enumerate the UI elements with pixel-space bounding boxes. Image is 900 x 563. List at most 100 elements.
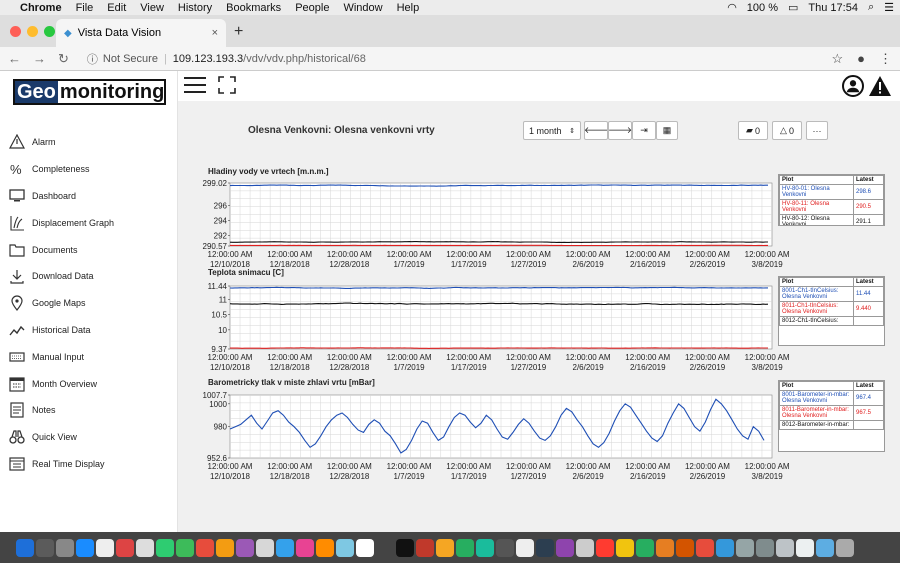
period-select[interactable]: 1 month ⇕ bbox=[523, 121, 581, 140]
menu-app-name[interactable]: Chrome bbox=[20, 2, 62, 14]
dock-app-icon[interactable] bbox=[356, 538, 374, 557]
sidebar-item-quick-view[interactable]: Quick View bbox=[0, 424, 178, 451]
menu-help[interactable]: Help bbox=[397, 2, 420, 14]
dock-app-icon[interactable] bbox=[756, 538, 774, 557]
legend-series-name[interactable]: HV-80-01: Olesna Venkovni bbox=[779, 184, 854, 200]
sidebar-item-historical-data[interactable]: Historical Data bbox=[0, 317, 178, 344]
spotlight-icon[interactable]: ⌕ bbox=[868, 1, 874, 14]
geomonitoring-logo[interactable]: Geo monitoring bbox=[13, 79, 166, 105]
dock-app-icon[interactable] bbox=[236, 538, 254, 557]
new-tab-button[interactable]: + bbox=[234, 23, 243, 41]
legend-series-name[interactable]: 8012-Ch1-tInCelsius: bbox=[779, 316, 854, 326]
notification-center-icon[interactable]: ☰ bbox=[884, 1, 894, 14]
dock-app-icon[interactable] bbox=[496, 538, 514, 557]
dock-app-icon[interactable] bbox=[96, 538, 114, 557]
sidebar-item-download-data[interactable]: Download Data bbox=[0, 263, 178, 290]
sidebar-item-completeness[interactable]: % Completeness bbox=[0, 156, 178, 183]
comments-button[interactable]: ▰ 0 bbox=[738, 121, 768, 140]
legend-row[interactable]: HV-80-11: Olesna Venkovni 290.5 bbox=[779, 199, 884, 215]
dock-app-icon[interactable] bbox=[816, 538, 834, 557]
menu-view[interactable]: View bbox=[140, 2, 164, 14]
dock-app-icon[interactable] bbox=[156, 538, 174, 557]
battery-percent[interactable]: 100 % bbox=[747, 2, 778, 14]
dock-app-icon[interactable] bbox=[56, 538, 74, 557]
dock-app-icon[interactable] bbox=[636, 538, 654, 557]
legend-series-name[interactable]: 8012-Barometer-in-mbar: bbox=[779, 420, 854, 430]
dock-app-icon[interactable] bbox=[556, 538, 574, 557]
legend-row[interactable]: 8001-Ch1-tInCelsius: Olesna Venkovni 11.4… bbox=[779, 286, 884, 302]
legend-row[interactable]: 8012-Ch1-tInCelsius: bbox=[779, 316, 884, 326]
user-account-icon[interactable] bbox=[842, 75, 864, 97]
dock-app-icon[interactable] bbox=[76, 538, 94, 557]
dock-app-icon[interactable] bbox=[656, 538, 674, 557]
series-line[interactable] bbox=[229, 286, 768, 289]
dock-app-icon[interactable] bbox=[376, 538, 394, 557]
legend-row[interactable]: 8012-Barometer-in-mbar: bbox=[779, 420, 884, 430]
sidebar-item-manual-input[interactable]: Manual Input bbox=[0, 343, 178, 370]
dock-app-icon[interactable] bbox=[176, 538, 194, 557]
more-options-button[interactable]: ··· bbox=[806, 121, 828, 140]
sidebar-item-dashboard[interactable]: Dashboard bbox=[0, 183, 178, 210]
legend-row[interactable]: 8011-Barometer-in-mbar: Olesna Venkovni 9… bbox=[779, 405, 884, 421]
calendar-button[interactable]: ▦ bbox=[656, 121, 678, 140]
browser-tab[interactable]: ◆ Vista Data Vision × bbox=[56, 19, 226, 47]
dock-app-icon[interactable] bbox=[36, 538, 54, 557]
dock-app-icon[interactable] bbox=[716, 538, 734, 557]
legend-series-name[interactable]: HV-80-12: Olesna Venkovni bbox=[779, 214, 854, 225]
dock-app-icon[interactable] bbox=[456, 538, 474, 557]
legend-row[interactable]: HV-80-12: Olesna Venkovni 291.1 bbox=[779, 214, 884, 225]
next-period-button[interactable]: 🡒 bbox=[608, 121, 632, 140]
back-icon[interactable]: ← bbox=[8, 51, 21, 66]
dock-app-icon[interactable] bbox=[316, 538, 334, 557]
dock-app-icon[interactable] bbox=[476, 538, 494, 557]
jump-to-end-button[interactable]: ⇥ bbox=[632, 121, 656, 140]
series-line[interactable] bbox=[229, 347, 768, 349]
dock-app-icon[interactable] bbox=[216, 538, 234, 557]
dock-app-icon[interactable] bbox=[836, 538, 854, 557]
dock-app-icon[interactable] bbox=[196, 538, 214, 557]
dock-app-icon[interactable] bbox=[396, 538, 414, 557]
dock-app-icon[interactable] bbox=[336, 538, 354, 557]
dock-app-icon[interactable] bbox=[596, 538, 614, 557]
legend-row[interactable]: 8011-Ch1-tInCelsius: Olesna Venkovni 9.44… bbox=[779, 301, 884, 317]
sidebar-item-displacement-graph[interactable]: Displacement Graph bbox=[0, 209, 178, 236]
dock-app-icon[interactable] bbox=[536, 538, 554, 557]
dock-app-icon[interactable] bbox=[256, 538, 274, 557]
zoom-window-button[interactable] bbox=[44, 26, 55, 37]
menu-people[interactable]: People bbox=[295, 2, 329, 14]
legend-series-name[interactable]: 8011-Barometer-in-mbar: Olesna Venkovni bbox=[779, 405, 854, 421]
dock-app-icon[interactable] bbox=[696, 538, 714, 557]
sidebar-item-notes[interactable]: Notes bbox=[0, 397, 178, 424]
menu-file[interactable]: File bbox=[76, 2, 94, 14]
dock-app-icon[interactable] bbox=[616, 538, 634, 557]
minimize-window-button[interactable] bbox=[27, 26, 38, 37]
info-icon[interactable]: ⓘ bbox=[87, 51, 98, 67]
battery-icon[interactable]: ▭ bbox=[788, 1, 798, 14]
menu-history[interactable]: History bbox=[178, 2, 212, 14]
dock-app-icon[interactable] bbox=[576, 538, 594, 557]
forward-icon[interactable]: → bbox=[33, 51, 46, 66]
url-field[interactable]: 109.123.193.3/vdv/vdv.php/historical/68 bbox=[173, 53, 366, 65]
dock-app-icon[interactable] bbox=[16, 538, 34, 557]
menu-bookmarks[interactable]: Bookmarks bbox=[226, 2, 281, 14]
reload-icon[interactable]: ↻ bbox=[58, 51, 69, 67]
sidebar-item-documents[interactable]: Documents bbox=[0, 236, 178, 263]
clock[interactable]: Thu 17:54 bbox=[808, 2, 858, 14]
legend-series-name[interactable]: 8001-Ch1-tInCelsius: Olesna Venkovni bbox=[779, 286, 854, 302]
sidebar-item-google-maps[interactable]: Google Maps bbox=[0, 290, 178, 317]
menu-edit[interactable]: Edit bbox=[107, 2, 126, 14]
dock-app-icon[interactable] bbox=[676, 538, 694, 557]
bookmark-star-icon[interactable]: ☆ bbox=[831, 51, 843, 67]
dock-app-icon[interactable] bbox=[796, 538, 814, 557]
dock-app-icon[interactable] bbox=[516, 538, 534, 557]
legend-series-name[interactable]: 8011-Ch1-tInCelsius: Olesna Venkovni bbox=[779, 301, 854, 317]
dock-app-icon[interactable] bbox=[296, 538, 314, 557]
profile-icon[interactable]: ● bbox=[857, 51, 865, 67]
fullscreen-icon[interactable] bbox=[218, 76, 236, 94]
dock-app-icon[interactable] bbox=[436, 538, 454, 557]
sidebar-item-real-time-display[interactable]: Real Time Display bbox=[0, 451, 178, 478]
hamburger-menu-icon[interactable] bbox=[184, 77, 206, 93]
legend-series-name[interactable]: HV-80-11: Olesna Venkovni bbox=[779, 199, 854, 215]
dock-app-icon[interactable] bbox=[136, 538, 154, 557]
dock-app-icon[interactable] bbox=[276, 538, 294, 557]
